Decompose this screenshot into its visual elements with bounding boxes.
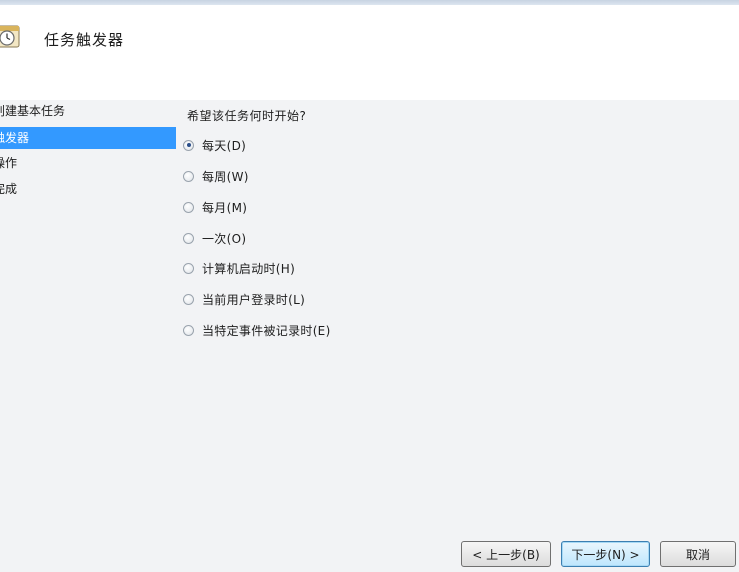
page-title: 任务触发器 (44, 31, 125, 49)
wizard-header: 任务触发器 (0, 5, 739, 100)
radio-monthly[interactable]: 每月(M) (183, 198, 247, 216)
radio-weekly[interactable]: 每周(W) (183, 167, 249, 185)
radio-label-one-time: 一次(O) (202, 231, 247, 246)
create-basic-task-wizard: 任务触发器 创建基本任务 触发器 操作 完成 希望该任务何时开始? 每天(D) … (0, 0, 739, 572)
radio-label-event-logged: 当特定事件被记录时(E) (202, 323, 331, 338)
radio-button[interactable] (183, 293, 194, 305)
radio-label-monthly: 每月(M) (202, 200, 248, 215)
sidebar-step-finish[interactable]: 完成 (0, 178, 176, 200)
radio-label-weekly: 每周(W) (202, 169, 249, 184)
sidebar-step-action[interactable]: 操作 (0, 152, 176, 174)
radio-button[interactable] (183, 324, 194, 336)
sidebar-step-create-basic-task[interactable]: 创建基本任务 (0, 100, 176, 122)
radio-button[interactable] (183, 201, 194, 213)
radio-daily[interactable]: 每天(D) (183, 136, 246, 154)
radio-button[interactable] (183, 262, 194, 274)
wizard-steps-sidebar: 创建基本任务 触发器 操作 完成 (0, 100, 176, 572)
radio-computer-startup[interactable]: 计算机启动时(H) (183, 259, 295, 277)
next-button[interactable]: 下一步(N) > (561, 541, 650, 567)
radio-user-logon[interactable]: 当前用户登录时(L) (183, 290, 305, 308)
radio-label-computer-startup: 计算机启动时(H) (202, 261, 296, 276)
radio-label-user-logon: 当前用户登录时(L) (202, 292, 306, 307)
back-button[interactable]: < 上一步(B) (461, 541, 551, 567)
radio-one-time[interactable]: 一次(O) (183, 229, 246, 247)
cancel-button[interactable]: 取消 (660, 541, 736, 567)
sidebar-step-trigger[interactable]: 触发器 (0, 127, 176, 149)
radio-label-daily: 每天(D) (202, 138, 247, 153)
radio-button[interactable] (183, 170, 194, 182)
clock-calendar-icon (0, 25, 20, 48)
trigger-options-panel: 希望该任务何时开始? 每天(D) 每周(W) 每月(M) 一次(O) 计算机启动… (183, 100, 739, 572)
radio-event-logged[interactable]: 当特定事件被记录时(E) (183, 321, 331, 339)
radio-button-checked[interactable] (183, 139, 194, 151)
wizard-body: 创建基本任务 触发器 操作 完成 希望该任务何时开始? 每天(D) 每周(W) … (0, 100, 739, 572)
trigger-question: 希望该任务何时开始? (187, 109, 307, 123)
radio-button[interactable] (183, 232, 194, 244)
